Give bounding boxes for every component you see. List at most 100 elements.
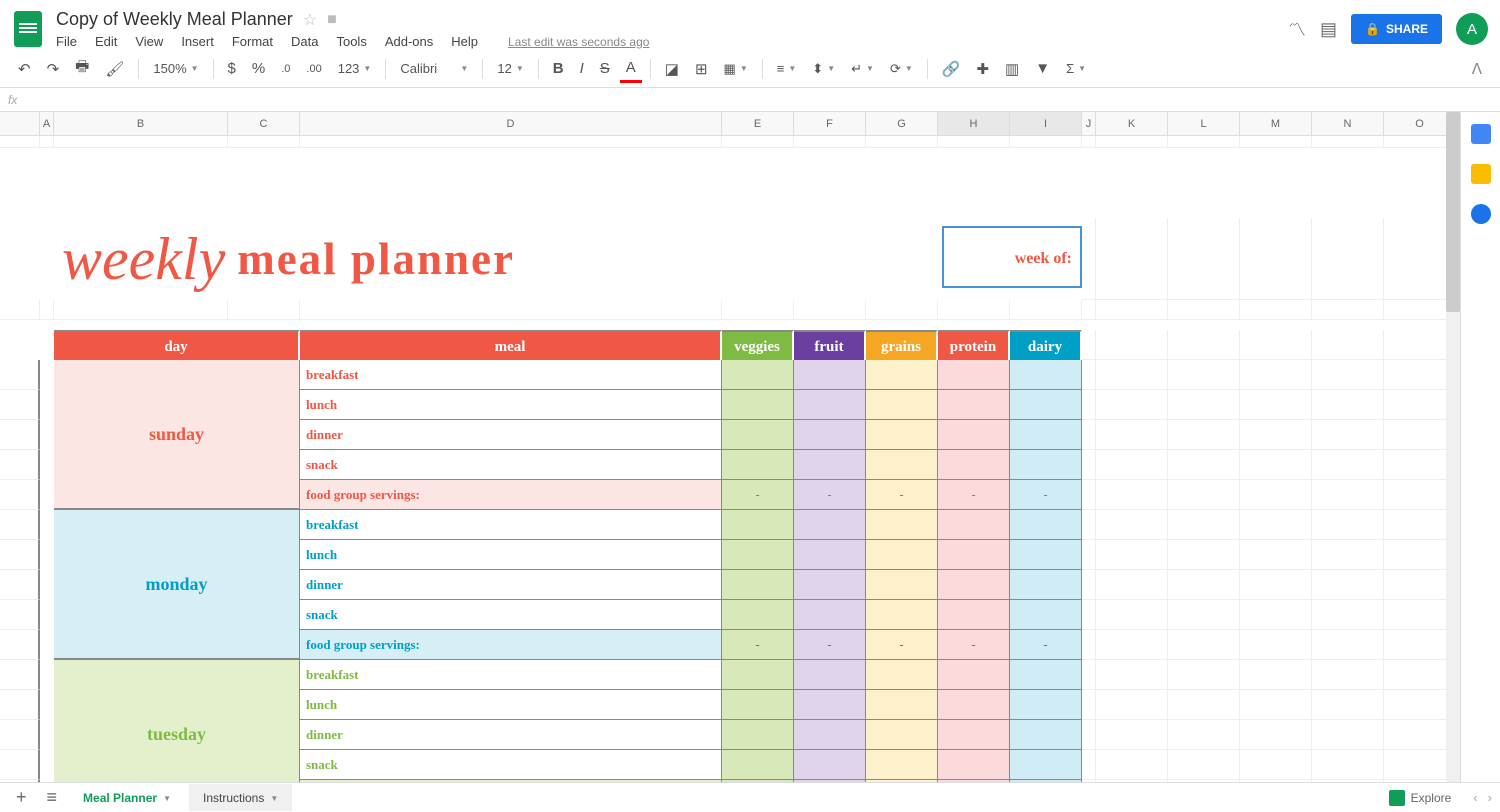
decrease-decimals-icon[interactable]: .0 — [275, 59, 296, 79]
avatar[interactable]: A — [1456, 13, 1488, 45]
food-cell[interactable] — [722, 510, 794, 540]
food-cell[interactable] — [938, 360, 1010, 390]
valign-dropdown[interactable]: ⬍▼ — [806, 57, 841, 81]
col-header[interactable]: H — [938, 112, 1010, 136]
zoom-dropdown[interactable]: 150%▼ — [147, 57, 204, 80]
more-formats-dropdown[interactable]: 123▼ — [332, 57, 378, 80]
col-header[interactable]: B — [54, 112, 228, 136]
col-header[interactable]: D — [300, 112, 722, 136]
percent-icon[interactable]: % — [246, 56, 271, 81]
food-cell[interactable] — [866, 570, 938, 600]
meal-label-cell[interactable]: breakfast — [300, 660, 722, 690]
rotate-dropdown[interactable]: ⟳▼ — [884, 57, 919, 81]
food-cell[interactable] — [938, 570, 1010, 600]
menu-format[interactable]: Format — [232, 34, 273, 49]
food-cell[interactable] — [866, 540, 938, 570]
food-cell[interactable] — [938, 690, 1010, 720]
share-button[interactable]: 🔒 SHARE — [1351, 14, 1442, 44]
explore-button[interactable]: Explore — [1381, 786, 1460, 810]
food-cell[interactable] — [938, 720, 1010, 750]
food-cell[interactable] — [794, 570, 866, 600]
food-cell[interactable] — [794, 360, 866, 390]
food-cell[interactable] — [938, 450, 1010, 480]
food-cell[interactable] — [866, 360, 938, 390]
food-cell[interactable]: - — [794, 630, 866, 660]
food-cell[interactable] — [794, 600, 866, 630]
col-header[interactable]: N — [1312, 112, 1384, 136]
food-cell[interactable] — [1010, 660, 1082, 690]
paint-format-icon[interactable]: 🖌 — [99, 56, 130, 82]
borders-icon[interactable]: ⊞ — [689, 56, 714, 82]
food-cell[interactable] — [1010, 720, 1082, 750]
strikethrough-icon[interactable]: S — [594, 56, 616, 81]
meal-label-cell[interactable]: food group servings: — [300, 630, 722, 660]
food-cell[interactable] — [1010, 600, 1082, 630]
food-cell[interactable] — [866, 690, 938, 720]
food-cell[interactable] — [866, 660, 938, 690]
keep-icon[interactable] — [1471, 164, 1491, 184]
food-cell[interactable] — [938, 660, 1010, 690]
undo-icon[interactable]: ↶ — [12, 56, 37, 82]
menu-view[interactable]: View — [135, 34, 163, 49]
vertical-scrollbar[interactable] — [1446, 112, 1460, 782]
week-of-input[interactable] — [942, 226, 1082, 288]
food-cell[interactable] — [938, 540, 1010, 570]
food-cell[interactable] — [794, 540, 866, 570]
meal-label-cell[interactable]: breakfast — [300, 510, 722, 540]
food-cell[interactable] — [1010, 510, 1082, 540]
meal-label-cell[interactable]: food group servings: — [300, 480, 722, 510]
col-header[interactable]: K — [1096, 112, 1168, 136]
food-cell[interactable] — [722, 600, 794, 630]
meal-label-cell[interactable]: dinner — [300, 570, 722, 600]
food-cell[interactable] — [794, 720, 866, 750]
currency-icon[interactable]: $ — [222, 56, 242, 81]
food-cell[interactable] — [794, 750, 866, 780]
food-cell[interactable] — [938, 420, 1010, 450]
star-icon[interactable]: ☆ — [303, 10, 317, 30]
food-cell[interactable] — [722, 750, 794, 780]
food-cell[interactable] — [722, 690, 794, 720]
food-cell[interactable] — [1010, 750, 1082, 780]
food-cell[interactable] — [722, 420, 794, 450]
chart-icon[interactable]: ▥ — [999, 56, 1025, 82]
food-cell[interactable] — [866, 750, 938, 780]
food-cell[interactable] — [794, 690, 866, 720]
food-cell[interactable] — [866, 510, 938, 540]
food-cell[interactable] — [794, 510, 866, 540]
food-cell[interactable] — [722, 570, 794, 600]
menu-addons[interactable]: Add-ons — [385, 34, 433, 49]
food-cell[interactable] — [722, 450, 794, 480]
edit-status[interactable]: Last edit was seconds ago — [508, 35, 649, 49]
filter-icon[interactable]: ▼ — [1029, 56, 1056, 81]
meal-label-cell[interactable]: lunch — [300, 690, 722, 720]
menu-tools[interactable]: Tools — [336, 34, 366, 49]
sheet-area[interactable]: ABCDEFGHIJKLMNOP12 weekly meal planner w… — [0, 112, 1460, 782]
redo-icon[interactable]: ↷ — [41, 56, 66, 82]
meal-label-cell[interactable]: dinner — [300, 420, 722, 450]
food-cell[interactable] — [1010, 360, 1082, 390]
food-cell[interactable]: - — [722, 480, 794, 510]
food-cell[interactable] — [794, 390, 866, 420]
folder-icon[interactable]: ■ — [327, 11, 337, 29]
menu-help[interactable]: Help — [451, 34, 478, 49]
col-header[interactable]: I — [1010, 112, 1082, 136]
activity-icon[interactable]: 〽 — [1288, 16, 1306, 42]
food-cell[interactable]: - — [794, 480, 866, 510]
day-cell[interactable]: monday — [54, 510, 300, 660]
meal-label-cell[interactable]: lunch — [300, 540, 722, 570]
food-cell[interactable]: - — [938, 480, 1010, 510]
tasks-icon[interactable] — [1471, 204, 1491, 224]
print-icon[interactable]: 🖶 — [69, 52, 95, 85]
col-header[interactable]: F — [794, 112, 866, 136]
comments-icon[interactable]: ▤ — [1320, 19, 1337, 40]
text-color-icon[interactable]: A — [620, 55, 642, 83]
font-dropdown[interactable]: Calibri▼ — [394, 57, 474, 80]
font-size-dropdown[interactable]: 12▼ — [491, 57, 529, 80]
increase-decimals-icon[interactable]: .00 — [300, 59, 327, 79]
col-header[interactable]: E — [722, 112, 794, 136]
food-cell[interactable] — [722, 540, 794, 570]
comment-icon[interactable]: ✚ — [970, 56, 995, 82]
document-title[interactable]: Copy of Weekly Meal Planner — [56, 9, 293, 30]
food-cell[interactable]: - — [866, 480, 938, 510]
meal-label-cell[interactable]: breakfast — [300, 360, 722, 390]
